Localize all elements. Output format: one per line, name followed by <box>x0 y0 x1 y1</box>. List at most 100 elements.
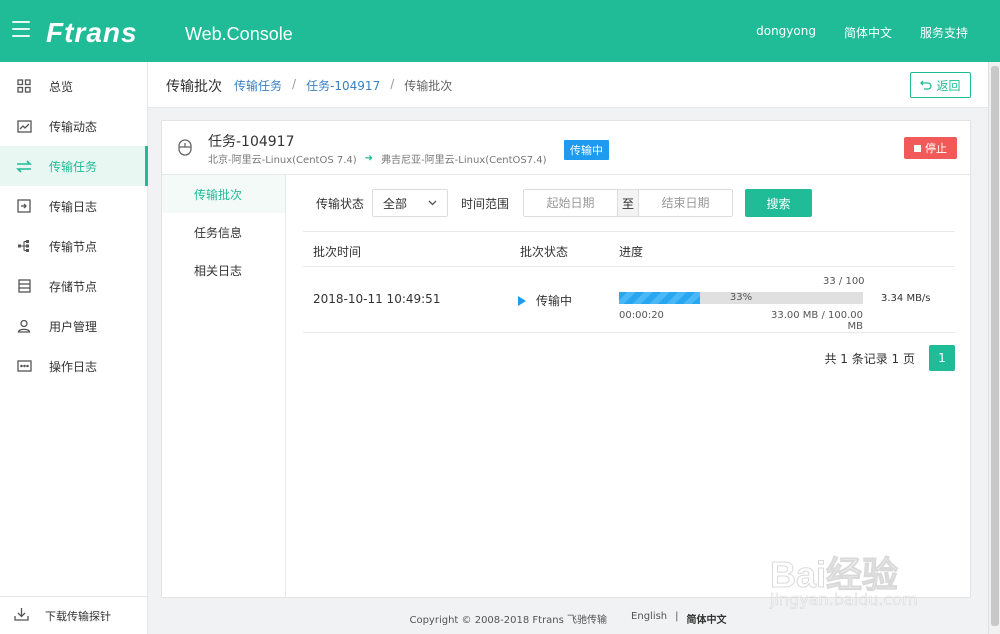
chevron-down-icon <box>428 200 437 206</box>
breadcrumb-tasks[interactable]: 传输任务 <box>234 77 282 94</box>
language-switch[interactable]: 简体中文 <box>844 24 892 41</box>
language-separator: | <box>675 611 679 622</box>
page-title: 传输批次 <box>166 79 222 95</box>
sidebar-item-overview[interactable]: 总览 <box>0 66 147 106</box>
top-bar: Ftrans Web.Console dongyong 简体中文 服务支持 <box>0 0 1000 62</box>
sidebar-item-label: 总览 <box>49 79 74 94</box>
transfer-icon <box>16 158 32 174</box>
sidebar-item-label: 操作日志 <box>49 359 98 374</box>
back-button-label: 返回 <box>936 78 961 93</box>
transfer-speed: 3.34 MB/s <box>881 293 931 304</box>
sidebar: 总览 传输动态 传输任务 传输日志 传输节点 存储节点 用户管理 操作日志 下载… <box>0 62 148 634</box>
copyright: Copyright © 2008-2018 Ftrans 飞驰传输 <box>409 615 608 626</box>
user-icon <box>16 318 32 334</box>
task-panel: 任务-104917 北京-阿里云-Linux(CentOS 7.4) ➜ 弗吉尼… <box>161 120 971 598</box>
progress-percent: 33% <box>729 292 753 303</box>
page-button-1[interactable]: 1 <box>929 345 955 371</box>
sidebar-item-label: 用户管理 <box>49 319 98 334</box>
date-range: 至 <box>523 189 734 217</box>
status-select[interactable]: 全部 <box>372 189 449 217</box>
stop-button[interactable]: 停止 <box>904 137 957 159</box>
sidebar-item-label: 传输节点 <box>49 239 98 254</box>
storage-icon <box>16 278 32 294</box>
breadcrumb: 传输任务 / 任务-104917 / 传输批次 <box>234 77 452 94</box>
route-source: 北京-阿里云-Linux(CentOS 7.4) <box>208 155 357 166</box>
batch-status: 传输中 <box>518 292 572 309</box>
route-arrow-icon: ➜ <box>364 153 374 164</box>
header-actions: dongyong 简体中文 服务支持 <box>756 24 968 41</box>
tab-transfer-batches[interactable]: 传输批次 <box>162 175 285 213</box>
batch-status-label: 传输中 <box>536 294 573 308</box>
batch-time: 2018-10-11 10:49:51 <box>313 292 441 306</box>
stop-button-label: 停止 <box>925 142 947 155</box>
baidu-watermark: Bai经验 jingyan.baidu.com <box>769 530 980 610</box>
scrollbar-thumb[interactable] <box>991 66 999 626</box>
sidebar-item-label: 传输任务 <box>49 159 98 174</box>
breadcrumb-task[interactable]: 任务-104917 <box>306 77 380 94</box>
node-icon <box>16 238 32 254</box>
watermark-url: jingyan.baidu.com <box>770 590 918 610</box>
progress-bar: 33% <box>619 292 863 304</box>
page-scrollbar[interactable] <box>988 62 1000 634</box>
file-count: 33 / 100 <box>823 276 865 287</box>
column-header-progress: 进度 <box>619 245 644 259</box>
transferred-size: 33.00 MB / 100.00 MB <box>770 310 863 332</box>
route-target: 弗吉尼亚-阿里云-Linux(CentOS7.4) <box>381 155 547 166</box>
log-in-icon <box>16 198 32 214</box>
support-link[interactable]: 服务支持 <box>920 24 968 41</box>
download-icon <box>14 607 29 624</box>
sidebar-item-user-management[interactable]: 用户管理 <box>0 306 147 346</box>
tab-task-info[interactable]: 任务信息 <box>162 213 285 251</box>
menu-icon[interactable] <box>12 21 30 41</box>
sidebar-item-transfer-log[interactable]: 传输日志 <box>0 186 147 226</box>
filter-bar: 传输状态 全部 时间范围 至 搜索 <box>316 189 813 217</box>
logo[interactable]: Ftrans <box>46 17 138 49</box>
task-name: 任务-104917 <box>208 134 295 150</box>
grid-icon <box>16 78 32 94</box>
product-name: Web.Console <box>185 24 293 44</box>
pagination-summary: 共 1 条记录 1 页 <box>824 351 915 366</box>
tab-related-logs[interactable]: 相关日志 <box>162 251 285 289</box>
sidebar-item-label: 传输动态 <box>49 119 98 134</box>
search-button[interactable]: 搜索 <box>745 189 813 217</box>
breadcrumb-current: 传输批次 <box>404 79 453 93</box>
footer: Copyright © 2008-2018 Ftrans 飞驰传输 Englis… <box>148 611 988 626</box>
sidebar-item-label: 存储节点 <box>49 279 98 294</box>
batch-table: 批次时间 批次状态 进度 2018-10-11 10:49:51 传输中 33 … <box>303 231 955 333</box>
status-badge: 传输中 <box>564 140 609 160</box>
end-date-input[interactable] <box>639 190 733 216</box>
breadcrumb-separator: / <box>390 77 395 91</box>
play-icon <box>518 295 526 306</box>
breadcrumb-separator: / <box>292 77 297 91</box>
download-probe-label: 下载传输探针 <box>45 609 111 623</box>
sidebar-item-label: 传输日志 <box>49 199 98 214</box>
column-header-status: 批次状态 <box>520 245 569 259</box>
range-filter-label: 时间范围 <box>461 196 510 211</box>
column-header-time: 批次时间 <box>313 245 362 259</box>
user-menu[interactable]: dongyong <box>756 24 816 41</box>
sidebar-item-storage-nodes[interactable]: 存储节点 <box>0 266 147 306</box>
download-probe-link[interactable]: 下载传输探针 <box>0 596 147 634</box>
task-subnav: 传输批次 任务信息 相关日志 <box>162 175 286 597</box>
status-select-value: 全部 <box>383 196 408 211</box>
sidebar-item-transfer-nodes[interactable]: 传输节点 <box>0 226 147 266</box>
chart-icon <box>16 118 32 134</box>
sidebar-item-transfer-tasks[interactable]: 传输任务 <box>0 146 148 186</box>
sidebar-item-operation-log[interactable]: 操作日志 <box>0 346 147 386</box>
back-button[interactable]: 返回 <box>910 72 971 98</box>
stop-icon <box>914 144 921 152</box>
status-filter-label: 传输状态 <box>316 196 365 211</box>
ops-log-icon <box>16 358 32 374</box>
language-english[interactable]: English <box>631 611 667 626</box>
task-header: 任务-104917 北京-阿里云-Linux(CentOS 7.4) ➜ 弗吉尼… <box>162 121 970 175</box>
table-row[interactable]: 2018-10-11 10:49:51 传输中 33 / 100 33% 00:… <box>303 267 955 333</box>
start-date-input[interactable] <box>524 190 618 216</box>
elapsed-time: 00:00:20 <box>619 310 664 321</box>
return-icon <box>920 80 933 90</box>
date-range-separator: 至 <box>617 190 640 216</box>
pagination: 共 1 条记录 1 页 1 <box>824 345 955 371</box>
task-route: 北京-阿里云-Linux(CentOS 7.4) ➜ 弗吉尼亚-阿里云-Linu… <box>208 151 547 166</box>
sidebar-item-transfer-activity[interactable]: 传输动态 <box>0 106 147 146</box>
language-chinese[interactable]: 简体中文 <box>687 611 727 626</box>
table-header: 批次时间 批次状态 进度 <box>303 231 955 267</box>
